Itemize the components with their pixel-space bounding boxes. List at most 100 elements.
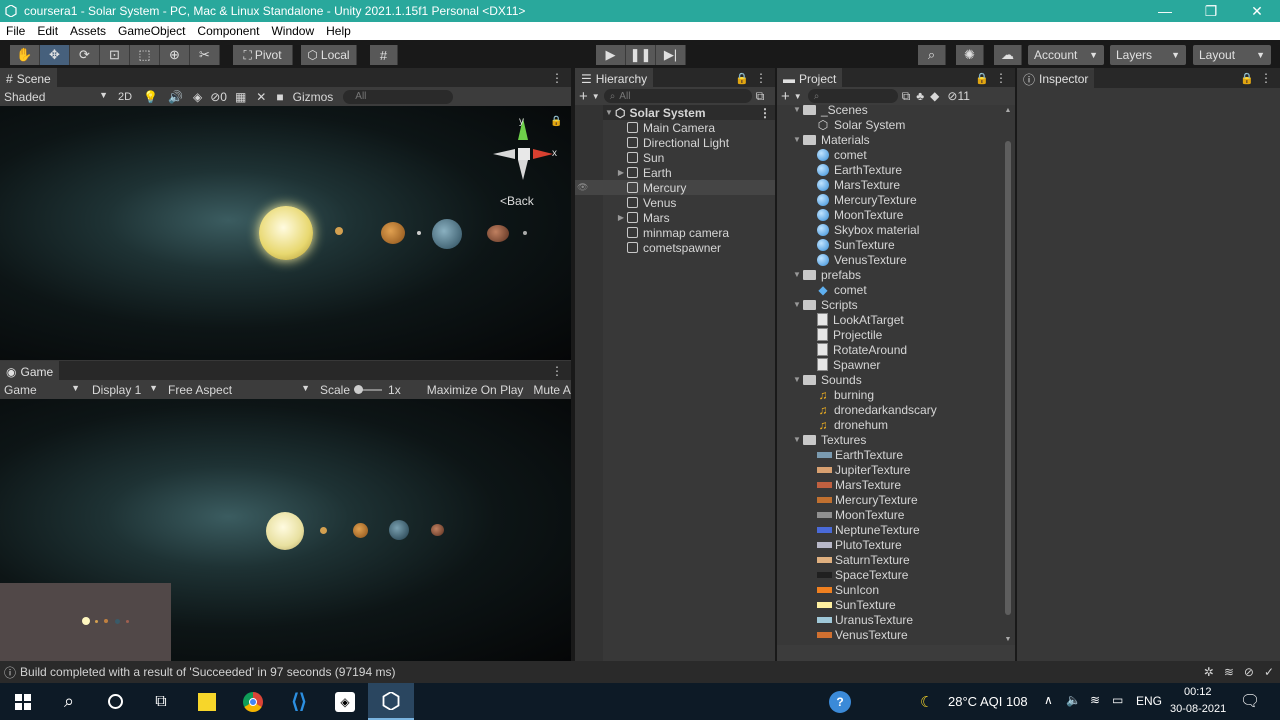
layers-dropdown[interactable]: Layers ▼ [1110,45,1186,65]
weather-moon-icon[interactable]: ☾ [920,693,933,711]
search-icon[interactable]: ⌕ [46,683,92,720]
volume-icon[interactable]: 🔈 [1066,693,1081,707]
lock-icon[interactable]: 🔒 [550,116,562,127]
more-options-icon[interactable]: ⋮ [755,71,767,85]
hierarchy-item-directional-light[interactable]: Directional Light [603,135,775,150]
play-icon[interactable]: ▶ [596,45,626,65]
project-asset-row[interactable]: SunTexture [777,597,1001,612]
project-folder-row[interactable]: ▼ Materials [777,132,1001,147]
unity-hub-icon[interactable]: ◈ [322,683,368,720]
camera-icon[interactable]: ■ [271,90,288,104]
project-asset-row[interactable]: SunTexture [777,237,1001,252]
pause-icon[interactable]: ❚❚ [626,45,656,65]
layout-dropdown[interactable]: Layout ▼ [1193,45,1271,65]
minimize-button[interactable]: — [1142,3,1188,20]
tray-chevron-up-icon[interactable]: ∧ [1044,693,1053,707]
auto-generate-lighting-icon[interactable]: ⊘ [1244,665,1254,679]
more-options-icon[interactable]: ⋮ [995,71,1007,85]
project-folder-row[interactable]: ▼ Scripts [777,297,1001,312]
scene-search-input[interactable]: All [343,89,454,104]
tools-icon[interactable]: ✕ [251,90,271,104]
mute-audio-toggle[interactable]: Mute A [523,383,570,397]
project-asset-row[interactable]: EarthTexture [777,447,1001,462]
scale-slider[interactable] [354,384,383,394]
menu-gameobject[interactable]: GameObject [112,24,191,38]
menu-edit[interactable]: Edit [31,24,64,38]
unity-editor-icon[interactable] [368,683,414,720]
cloud-icon[interactable]: ☁ [994,45,1022,65]
rotate-tool-icon[interactable]: ⟳ [70,45,100,65]
more-options-icon[interactable]: ⋮ [551,364,563,378]
gizmos-dropdown[interactable]: Gizmos [289,90,338,104]
hierarchy-item-mars[interactable]: ▶ Mars [603,210,775,225]
project-asset-row[interactable]: RotateAround [777,342,1001,357]
project-search-input[interactable]: ⌕ [807,89,898,103]
move-tool-icon[interactable]: ✥ [40,45,70,65]
cortana-icon[interactable] [92,683,138,720]
more-options-icon[interactable]: ⋮ [1260,71,1272,85]
account-dropdown[interactable]: Account ▼ [1028,45,1104,65]
scene-visibility-icon[interactable]: ⧉ [756,89,765,104]
scene-viewport[interactable]: y x 🔒 <Back [0,106,571,360]
step-icon[interactable]: ▶| [656,45,686,65]
clock-date[interactable]: 30-08-2021 [1170,703,1226,715]
mars-sphere[interactable] [487,225,509,242]
project-asset-row[interactable]: ◆ comet [777,282,1001,297]
more-options-icon[interactable]: ⋮ [759,106,771,120]
project-asset-row[interactable]: Skybox material [777,222,1001,237]
project-folder-row[interactable]: ▼ Textures [777,432,1001,447]
services-icon[interactable]: ✺ [956,45,984,65]
search-icon[interactable]: ⌕ [918,45,946,65]
project-asset-row[interactable]: SaturnTexture [777,552,1001,567]
display-dropdown[interactable]: Display 1 ▼ [84,383,162,397]
transform-tool-icon[interactable]: ⊕ [160,45,190,65]
scale-tool-icon[interactable]: ⊡ [100,45,130,65]
project-asset-row[interactable]: ♫ dronehum [777,417,1001,432]
hidden-packages-icon[interactable]: ⊘11 [947,89,970,103]
local-toggle[interactable]: ⬡ Local [301,45,357,65]
check-circle-icon[interactable]: ✓ [1264,665,1274,679]
game-mode-dropdown[interactable]: Game ▼ [0,383,84,397]
grid-icon[interactable]: ▦ [230,90,251,104]
mercury-sphere[interactable] [335,227,343,235]
gizmo-back-label[interactable]: <Back [500,194,534,208]
project-asset-row[interactable]: MercuryTexture [777,192,1001,207]
expand-arrow-icon[interactable]: ▼ [791,435,803,444]
game-viewport[interactable] [0,399,571,661]
visibility-icon[interactable]: ⊘0 [207,90,230,104]
shading-dropdown[interactable]: Shaded ▼ [0,90,112,104]
project-asset-row[interactable]: UranusTexture [777,612,1001,627]
tab-project[interactable]: ▬ Project [777,68,843,88]
menu-window[interactable]: Window [265,24,320,38]
earth-sphere[interactable] [432,219,462,249]
weather-label[interactable]: 28°C AQI 108 [948,694,1028,709]
scene-root-row[interactable]: ▼ ⬡ Solar System ⋮ [603,105,775,120]
project-asset-row[interactable]: comet [777,147,1001,162]
project-asset-row[interactable]: MercuryTexture [777,492,1001,507]
add-icon[interactable]: + [777,88,794,105]
hierarchy-item-earth[interactable]: ▶ Earth [603,165,775,180]
lock-icon[interactable]: 🔒 [975,72,989,85]
hierarchy-item-cometspawner[interactable]: cometspawner [603,240,775,255]
expand-arrow-icon[interactable]: ▼ [791,135,803,144]
project-folder-row[interactable]: ▼ _Scenes [777,105,1001,117]
close-button[interactable]: ✕ [1234,3,1280,20]
battery-icon[interactable]: ▭ [1112,693,1123,707]
expand-arrow-icon[interactable]: ▼ [791,300,803,309]
search-by-label-icon[interactable]: ♣ [916,89,924,103]
project-asset-row[interactable]: VenusTexture [777,627,1001,642]
tab-game[interactable]: ◉ Game [0,361,60,381]
project-folder-row[interactable]: ▼ Sounds [777,372,1001,387]
project-asset-row[interactable]: Projectile [777,327,1001,342]
visibility-eye-icon[interactable]: 👁 [575,182,603,193]
grid-snap-icon[interactable]: # [370,45,398,65]
expand-arrow-icon[interactable]: ▶ [615,213,627,222]
custom-tool-icon[interactable]: ✂ [190,45,220,65]
hierarchy-item-minmap-camera[interactable]: minmap camera [603,225,775,240]
project-asset-row[interactable]: MarsTexture [777,177,1001,192]
menu-help[interactable]: Help [320,24,357,38]
layers-stack-icon[interactable]: ≋ [1224,665,1234,679]
chrome-icon[interactable] [230,683,276,720]
sticky-notes-icon[interactable] [184,683,230,720]
language-indicator[interactable]: ENG [1136,694,1162,708]
